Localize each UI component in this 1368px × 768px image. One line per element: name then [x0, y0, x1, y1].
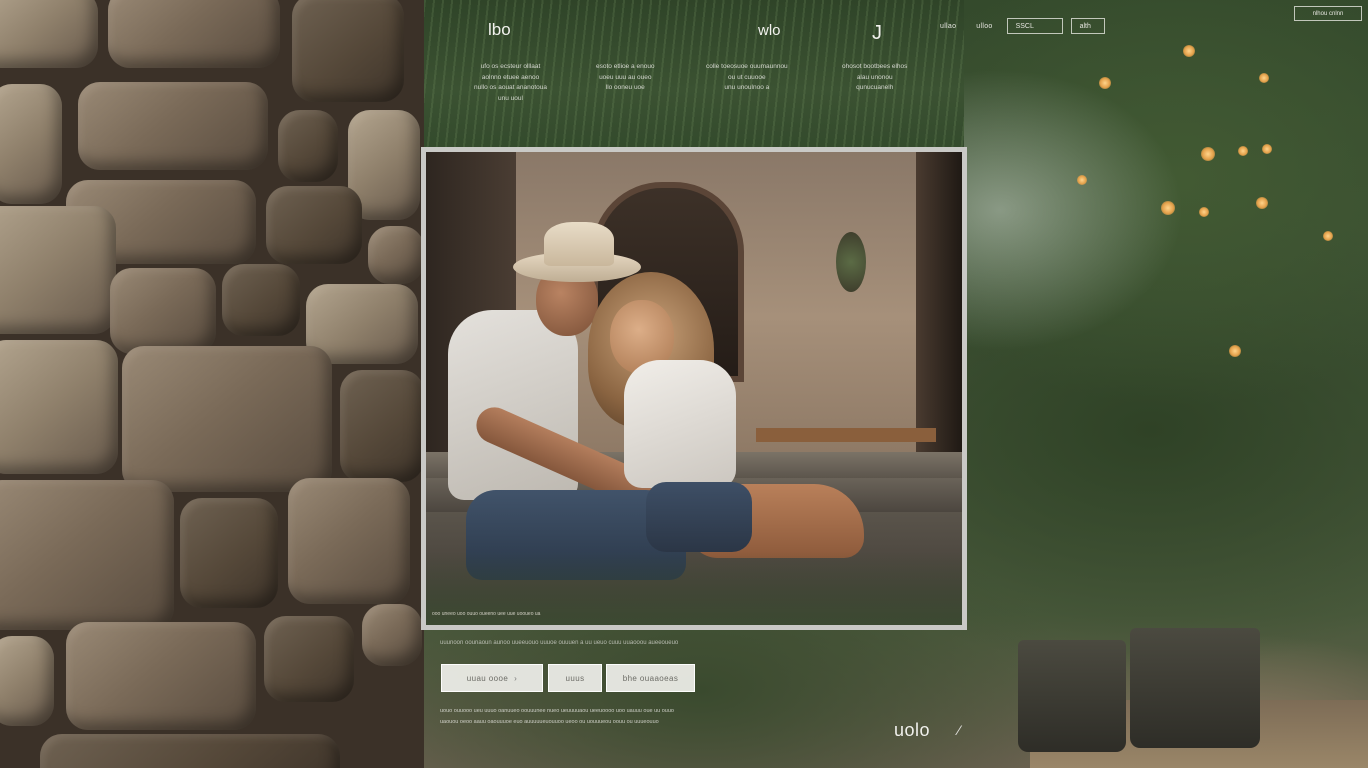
sub-caption-text: uuunoon oounaoun aunoo uueeuouo uuuoe ou… — [440, 640, 679, 646]
stone — [66, 622, 256, 730]
stone — [288, 478, 410, 604]
stone — [0, 480, 174, 630]
right-door-frame — [916, 152, 962, 452]
column-text: esoto etlioe a enouo — [596, 63, 655, 70]
stone-wall — [0, 0, 424, 768]
stone — [292, 0, 404, 102]
chevron-right-icon: › — [514, 673, 518, 683]
footer-line: uouo ouuooo ueu uuuo oanuueo oouuunee nu… — [440, 708, 674, 714]
bokeh-light — [1323, 231, 1333, 241]
woman-top — [624, 360, 736, 488]
primary-action-button[interactable]: uuau oooe › — [441, 664, 543, 692]
nav-button-2[interactable]: alth — [1070, 18, 1105, 34]
stone — [122, 346, 332, 492]
primary-action-label: uuau oooe — [466, 673, 509, 683]
column-text: uoeu uuu au oueo — [599, 73, 652, 81]
wooden-shelf — [756, 428, 936, 442]
site-header: lbo wlo J ullao ulloo SSCL alth nlhou cn… — [424, 0, 1368, 150]
tertiary-action-button[interactable]: bhe ouaaoeas — [606, 664, 695, 692]
stone — [264, 616, 354, 702]
header-column-4: ohosot bootbees elhos alau unonou qunucu… — [842, 62, 907, 94]
stone — [278, 110, 338, 182]
nav-link-2[interactable]: ulloo — [970, 23, 998, 30]
footer-logo[interactable]: uolo — [894, 720, 930, 741]
hat-crown — [544, 222, 614, 266]
stone — [108, 0, 280, 68]
stone — [362, 604, 422, 666]
stone — [78, 82, 268, 170]
secondary-action-button[interactable]: uuus — [548, 664, 602, 692]
column-text: qunucuanelh — [856, 84, 894, 91]
stone — [180, 498, 278, 608]
stone — [0, 84, 62, 204]
bokeh-light — [1161, 201, 1175, 215]
column-text: unu unoulnoo a — [724, 84, 770, 91]
bokeh-light — [1199, 207, 1209, 217]
column-text: colle toeosuoe ouumaunnou — [706, 63, 788, 70]
column-text: aolnno etuee aenoo — [481, 73, 540, 81]
nav-button-1[interactable]: SSCL — [1006, 18, 1063, 34]
stone — [266, 186, 362, 264]
bokeh-light — [1229, 345, 1241, 357]
bokeh-light — [1077, 175, 1087, 185]
header-column-2: esoto etlioe a enouo uoeu uuu au oueo ll… — [596, 62, 655, 94]
header-column-3: colle toeosuoe ouumaunnou ou ut cuuooe u… — [706, 62, 788, 94]
corner-button[interactable]: nlhou cnlnn — [1294, 6, 1362, 21]
stone — [222, 264, 300, 336]
column-text: ufo os ecsteur olllaat — [480, 63, 541, 70]
slash-icon: ⁄ — [958, 722, 961, 738]
couple-photo[interactable]: ooo uneeo uoo ouuo oueeno uee uue uooueo… — [426, 152, 962, 625]
stone — [0, 340, 118, 474]
stone — [0, 206, 116, 334]
stone — [0, 0, 98, 68]
footer-line: uaouou oeoo aauu oaouuuoe euo auuuuueuou… — [440, 719, 659, 725]
column-text: unu uoul — [498, 94, 523, 102]
column-text: nullo os aouat ananotoua — [474, 84, 548, 91]
column-text: llo ooneu uoe — [605, 84, 645, 91]
brand-center-logo[interactable]: wlo — [758, 22, 781, 39]
bokeh-light — [1256, 197, 1268, 209]
stone — [368, 226, 424, 284]
column-text: ou ut cuuooe — [728, 73, 766, 81]
planter-left — [1018, 640, 1126, 752]
top-nav: ullao ulloo SSCL alth — [934, 18, 1105, 34]
planter-right — [1130, 628, 1260, 748]
photo-caption: ooo uneeo uoo ouuo oueeno uee uue uooueo… — [432, 611, 541, 617]
hanging-plant — [836, 232, 866, 292]
column-text: alau unonou — [856, 73, 893, 81]
brand-logo[interactable]: lbo — [488, 20, 511, 40]
column-text: ohosot bootbees elhos — [842, 63, 908, 70]
woman-shorts — [646, 482, 752, 552]
header-column-1: ufo os ecsteur olllaat aolnno etuee aeno… — [474, 62, 547, 104]
nav-link-1[interactable]: ullao — [934, 23, 962, 30]
stone — [40, 734, 340, 768]
footer-paragraph: uouo ouuooo ueu uuuo oanuueo oouuunee nu… — [440, 706, 674, 728]
stone — [340, 370, 424, 482]
hero-photo-frame: ooo uneeo uoo ouuo oueeno uee uue uooueo… — [421, 147, 967, 630]
stone — [110, 268, 216, 354]
brand-mark: J — [872, 22, 882, 44]
stone — [0, 636, 54, 726]
